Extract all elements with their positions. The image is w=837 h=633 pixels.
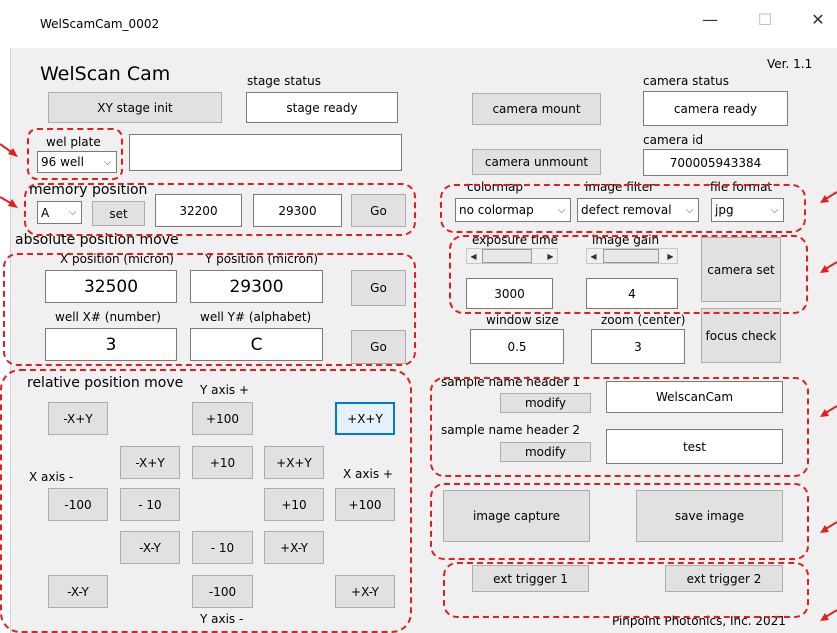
maximize-button[interactable]: ☐	[745, 10, 785, 29]
camera-unmount-button[interactable]: camera unmount	[472, 149, 601, 175]
annotation-frame-capture	[430, 483, 809, 560]
xy-stage-init-button[interactable]: XY stage init	[48, 92, 222, 123]
annotation-frame-camera-options	[440, 184, 806, 233]
annotation-frame-sample-name	[430, 377, 809, 477]
close-button[interactable]: ✕	[798, 10, 837, 29]
camera-status-label: camera status	[643, 74, 729, 88]
version-label: Ver. 1.1	[767, 57, 813, 71]
annotation-arrows-left	[0, 143, 18, 208]
focus-check-button[interactable]: focus check	[701, 308, 781, 363]
stage-status-label: stage status	[247, 74, 321, 88]
wel-plate-info-field[interactable]	[129, 134, 402, 171]
annotation-frame-relative-move	[0, 369, 412, 633]
camera-status-field: camera ready	[643, 91, 788, 126]
stage-status-field: stage ready	[246, 92, 398, 123]
camera-id-field: 700005943384	[643, 149, 788, 176]
zoom-center-field[interactable]: 3	[591, 329, 685, 364]
camera-id-label: camera id	[643, 133, 704, 147]
app-name: WelScan Cam	[40, 63, 171, 85]
window-title: WelScamCam_0002	[40, 17, 160, 31]
annotation-frame-memory-position	[24, 183, 416, 236]
camera-mount-button[interactable]: camera mount	[472, 93, 601, 125]
annotation-frame-wel-plate	[27, 128, 123, 180]
minimize-button[interactable]: —	[690, 10, 730, 29]
zoom-center-label: zoom (center)	[601, 313, 686, 327]
annotation-arrows-right	[820, 191, 837, 621]
annotation-frame-exposure	[449, 235, 808, 314]
window-size-label: window size	[486, 313, 559, 327]
annotation-frame-trigger	[443, 562, 809, 618]
annotation-frame-absolute-move	[3, 253, 416, 366]
window-size-field[interactable]: 0.5	[470, 329, 564, 364]
